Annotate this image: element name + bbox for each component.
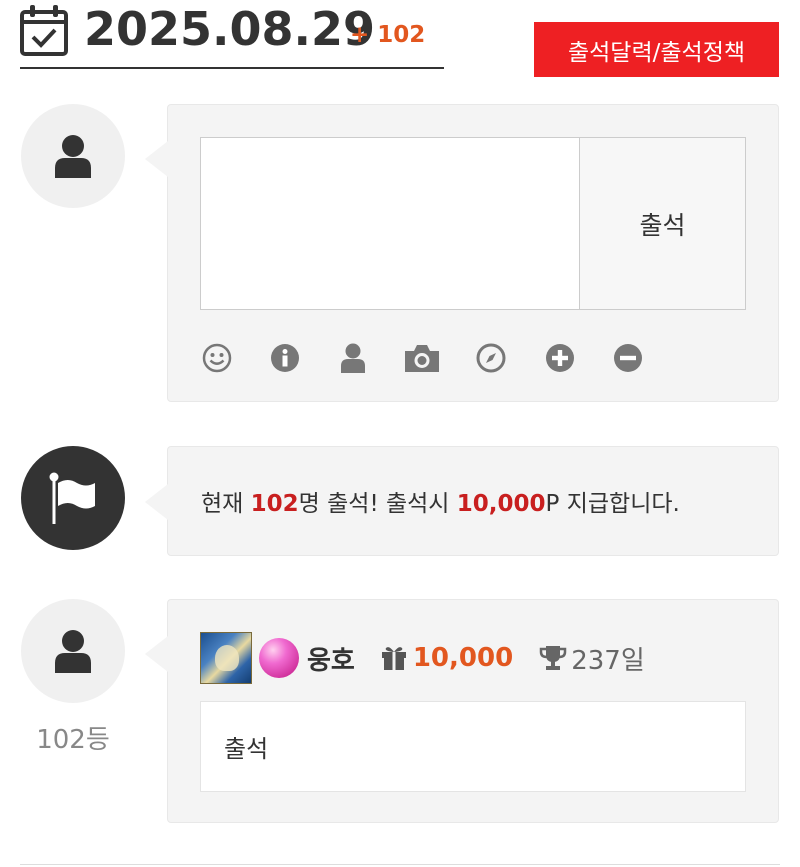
notice-avatar [21,446,125,550]
user-icon[interactable] [337,342,369,374]
flag-icon [49,472,95,524]
attendance-notice-panel: 현재 102명 출석! 출석시 10,000P 지급합니다. [145,446,779,556]
user-icon [55,630,91,673]
entry-message: 출석 [200,701,746,792]
plus-circle-icon[interactable] [544,342,576,374]
minus-circle-icon[interactable] [612,342,644,374]
entry-header: 웅호 10,000 237일 [200,631,645,685]
info-icon[interactable] [269,342,301,374]
entry-points: 10,000 [412,643,514,673]
notice-prefix: 현재 [201,491,251,517]
camera-icon[interactable] [403,342,441,374]
date-header: 2025.08.29 + 102 [20,0,444,69]
calendar-check-icon [20,5,68,56]
entry-rank: 102등 [36,725,110,755]
entry-days: 237일 [571,645,645,676]
attendance-message-input[interactable] [201,138,580,309]
attendance-date: 2025.08.29 [84,2,376,56]
notice-middle: 명 출석! 출석시 [298,491,457,517]
smile-icon[interactable] [201,342,233,374]
pink-gem-icon [259,638,299,678]
divider [20,864,780,865]
trophy-icon [539,646,567,670]
gift-icon [381,647,406,670]
attendance-notice: 현재 102명 출석! 출석시 10,000P 지급합니다. [201,484,680,518]
my-avatar [21,104,125,208]
attendance-policy-button[interactable]: 출석달력/출석정책 [534,22,779,77]
attendance-message-area [200,137,580,310]
attendance-entry-panel: 웅호 10,000 237일 출석 [145,599,779,823]
notice-points: 10,000 [456,491,546,517]
entry-nickname[interactable]: 웅호 [307,640,355,677]
attendance-write-panel: 출석 [145,104,779,402]
level-badge-image [200,632,252,684]
attendance-plus-count: + 102 [350,22,426,48]
attend-submit-button[interactable]: 출석 [579,137,746,310]
entry-avatar[interactable] [21,599,125,703]
compass-icon[interactable] [475,342,507,374]
user-icon [55,135,91,178]
notice-suffix: P 지급합니다. [545,491,680,517]
notice-count: 102 [250,491,299,517]
